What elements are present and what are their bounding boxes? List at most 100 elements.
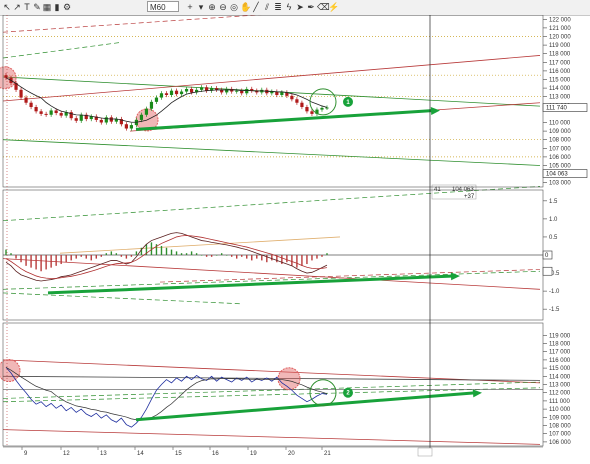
macd-histogram-bar <box>316 255 318 259</box>
y-tick-label: 108 000 <box>549 424 571 430</box>
candle-body <box>79 114 83 121</box>
macd-histogram-bar <box>135 251 138 255</box>
macd-histogram-bar <box>291 255 293 266</box>
trend-arrow-head <box>472 389 482 398</box>
channel-tool-icon[interactable]: ⫽ <box>262 1 272 13</box>
y-tick-label: 114 000 <box>549 374 571 380</box>
macd-histogram-bar <box>210 255 213 257</box>
macd-histogram-bar <box>185 253 188 255</box>
crosshair-extra-label: +37 <box>464 194 475 200</box>
green-dashed-line <box>2 42 121 59</box>
candle-body <box>139 114 144 120</box>
macd-histogram-bar <box>150 242 153 255</box>
macd-histogram-bar <box>220 253 223 255</box>
line-tool-icon[interactable]: ╱ <box>251 1 261 13</box>
y-tick-label: 121 000 <box>549 26 571 32</box>
grid-icon[interactable]: ▦ <box>42 1 52 13</box>
macd-histogram-bar <box>326 253 328 255</box>
macd-histogram-bar <box>60 255 62 265</box>
pen-tool-icon[interactable]: ✒ <box>306 1 316 13</box>
green-channel-lower <box>2 139 541 166</box>
y-tick-label: 118 000 <box>549 52 571 58</box>
cursor-arrow-icon[interactable]: ↖ <box>2 1 12 13</box>
y-tick-label: 110 000 <box>549 407 571 413</box>
green-dashed-line <box>2 381 541 399</box>
marker-1-ring <box>309 88 337 116</box>
crosshair-time-box <box>417 447 433 457</box>
fib-tool-icon[interactable]: ≣ <box>273 1 283 13</box>
target-icon[interactable]: ◎ <box>229 1 239 13</box>
highlight-circle <box>0 66 17 90</box>
macd-histogram-bar <box>231 255 233 257</box>
candle-body <box>230 88 234 92</box>
candle-body <box>109 117 113 122</box>
settings-icon[interactable]: ⚙ <box>62 1 72 13</box>
moving-average-line <box>5 77 328 123</box>
macd-histogram-bar <box>175 251 178 255</box>
timeframe-select[interactable]: M60 <box>147 1 179 12</box>
candle-body <box>325 107 329 109</box>
x-tick-label: 19 <box>250 451 257 457</box>
candle-body <box>19 89 23 98</box>
candle-body <box>295 99 299 103</box>
candle-body <box>49 110 53 115</box>
eraser-icon[interactable]: ⌫ <box>317 1 330 13</box>
macd-histogram-bar <box>160 245 163 255</box>
candle-body <box>54 110 58 114</box>
green-dashed-line <box>2 292 241 305</box>
crosshair-icon[interactable]: + <box>185 1 195 13</box>
macd-histogram-bar <box>25 255 27 266</box>
macd-histogram-bar <box>70 255 72 261</box>
y-tick-label: 122 000 <box>549 17 571 23</box>
pointer-icon[interactable]: ↗ <box>12 1 22 13</box>
candle-body <box>305 107 309 112</box>
macd-histogram-bar <box>215 255 218 256</box>
macd-histogram-bar <box>266 255 268 263</box>
indicator-icon[interactable]: ⚡ <box>328 1 339 13</box>
x-tick-label: 9 <box>24 451 28 457</box>
candle-body <box>169 90 174 95</box>
zoom-out-icon[interactable]: ⊖ <box>218 1 228 13</box>
macd-histogram-bar <box>130 255 133 257</box>
y-tick-label: 110 000 <box>549 121 571 127</box>
macd-histogram-bar <box>65 255 67 263</box>
candle-body <box>129 125 133 129</box>
zoom-in-icon[interactable]: ⊕ <box>207 1 217 13</box>
shape-tool-icon[interactable]: ϟ <box>284 1 294 13</box>
y-tick-label: 106 000 <box>549 155 571 161</box>
y-axis: 122 000 121 000 120 000 119 000 118 000 117 0… <box>543 17 571 187</box>
dropdown-icon[interactable]: ▾ <box>196 1 206 13</box>
candle-body <box>59 113 63 116</box>
arrow-tool-icon[interactable]: ➤ <box>295 1 305 13</box>
chart-bars-icon[interactable]: ▮ <box>52 1 62 13</box>
y-tick-label: 103 000 <box>549 181 571 187</box>
price-panel: 122 000 121 000 120 000 119 000 118 000 117 0… <box>0 15 588 200</box>
current-price-label: 111 740 <box>546 106 567 112</box>
macd-histogram-bar <box>80 255 82 257</box>
macd-histogram-bar <box>5 249 7 255</box>
macd-histogram-bar <box>236 255 238 259</box>
y-tick-label: 106 000 <box>549 440 571 446</box>
candle-body <box>245 88 249 94</box>
y-tick-label: 1.5 <box>549 199 558 205</box>
hand-icon[interactable]: ✋ <box>240 1 251 13</box>
candle-body <box>225 88 229 93</box>
candle-body <box>310 111 314 114</box>
macd-histogram-bar <box>90 255 92 261</box>
x-tick-label: 16 <box>212 451 219 457</box>
candle-body <box>24 97 28 103</box>
trend-arrow <box>135 108 435 131</box>
pencil-icon[interactable]: ✎ <box>32 1 42 13</box>
red-channel-lower <box>2 429 541 445</box>
crosshair-price-label: 104 063 <box>546 172 568 178</box>
macd-histogram-bar <box>115 253 118 255</box>
trend-arrow-head <box>450 272 460 281</box>
panel-frames <box>2 15 544 452</box>
y-tick-label: 105 000 <box>549 164 571 170</box>
signal-line <box>5 235 328 279</box>
macd-histogram-bar <box>241 255 243 257</box>
candle-body <box>39 111 43 114</box>
y-tick-label: 113 000 <box>549 95 571 101</box>
candle-body <box>149 101 154 109</box>
text-tool-icon[interactable]: T <box>22 1 32 13</box>
